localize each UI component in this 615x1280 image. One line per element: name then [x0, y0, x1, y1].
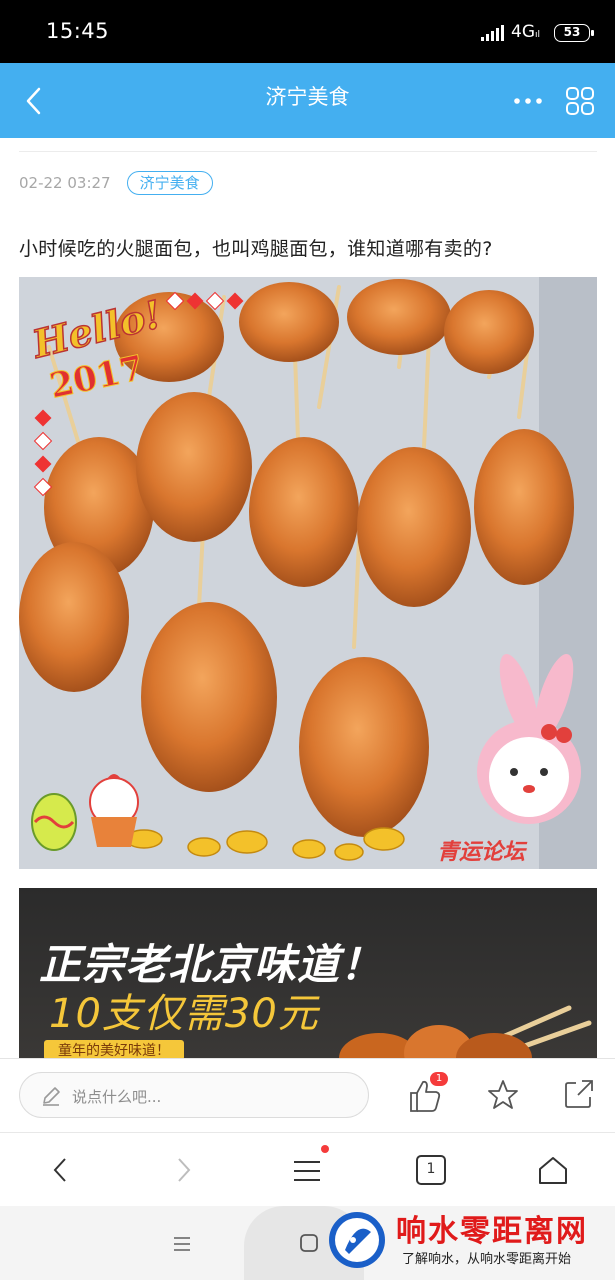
app-header: 济宁美食 — [0, 63, 615, 138]
watermark-title: 响水零距离网 — [396, 1214, 588, 1249]
post-meta: 02-22 03:27 济宁美食 — [19, 170, 213, 196]
home-icon[interactable] — [536, 1153, 570, 1187]
category-tag[interactable]: 济宁美食 — [126, 171, 213, 195]
comment-input[interactable]: 说点什么吧... — [19, 1072, 369, 1118]
grid-icon[interactable] — [565, 86, 595, 116]
tabs-button[interactable]: 1 — [414, 1153, 448, 1187]
star-icon[interactable] — [486, 1078, 520, 1112]
promo-line-3: 童年的美好味道！ — [44, 1040, 184, 1058]
forward-arrow-icon[interactable] — [166, 1153, 200, 1187]
post-image-promo[interactable]: 正宗老北京味道！ 10支仅需30元 童年的美好味道！ — [19, 888, 597, 1058]
status-time: 15:45 — [46, 19, 110, 43]
pen-icon — [43, 1087, 60, 1106]
network-sub: ıl — [535, 30, 541, 40]
promo-line-2: 10支仅需30元 — [49, 991, 319, 1037]
signal-icon — [481, 25, 504, 41]
battery-icon: 53 — [554, 24, 594, 42]
nav-home-icon — [300, 1234, 318, 1252]
recents-icon[interactable] — [170, 1232, 194, 1256]
post-image-bread[interactable]: Hello! 2017 青运论坛 — [19, 277, 597, 869]
watermark-corner-text: 青运论坛 — [437, 840, 528, 865]
comment-bar: 说点什么吧... 1 — [0, 1058, 615, 1133]
like-button[interactable]: 1 — [408, 1072, 448, 1112]
status-bar: 15:45 4Gıl 53 — [0, 0, 615, 63]
post-date: 02-22 03:27 — [19, 174, 111, 192]
back-arrow-icon[interactable] — [44, 1153, 78, 1187]
post-title: 小时候吃的火腿面包，也叫鸡腿面包，谁知道哪有卖的? — [19, 238, 493, 260]
network-label: 4G — [511, 22, 535, 42]
menu-notification-dot — [321, 1145, 329, 1153]
more-dots-icon[interactable] — [512, 87, 544, 115]
watermark-subtitle: 了解响水，从响水零距离开始 — [402, 1252, 572, 1267]
tab-count: 1 — [426, 1161, 436, 1177]
like-count-badge: 1 — [430, 1072, 448, 1086]
browser-toolbar: 1 — [0, 1132, 615, 1207]
promo-bread-image — [339, 1005, 592, 1058]
menu-icon[interactable] — [290, 1153, 324, 1187]
top-divider — [19, 151, 597, 152]
watermark-logo-icon — [329, 1212, 385, 1268]
share-icon[interactable] — [562, 1077, 596, 1111]
comment-placeholder: 说点什么吧... — [72, 1088, 162, 1106]
network-type: 4Gıl — [511, 22, 540, 42]
bread-illustration: Hello! 2017 青运论坛 — [19, 277, 597, 869]
